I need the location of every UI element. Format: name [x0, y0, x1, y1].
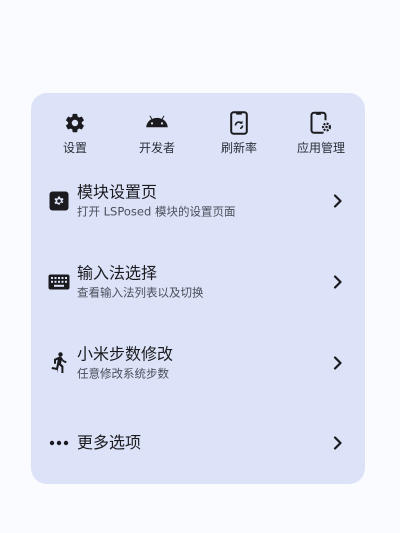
- menu-item-subtitle: 任意修改系统步数: [77, 366, 169, 381]
- shortcut-refresh-rate[interactable]: 刷新率: [199, 111, 279, 161]
- menu-item-title: 模块设置页: [77, 182, 158, 202]
- shortcut-settings[interactable]: 设置: [35, 111, 115, 161]
- more-dots-icon: [48, 432, 70, 454]
- chevron-right-icon: [331, 194, 345, 208]
- shortcut-label: 开发者: [138, 141, 175, 155]
- menu-item-step-count[interactable]: 小米步数修改 任意修改系统步数: [31, 333, 365, 393]
- phone-refresh-icon: [227, 111, 251, 135]
- menu-item-more-options[interactable]: 更多选项: [31, 413, 365, 473]
- shortcut-app-manager[interactable]: 应用管理: [281, 111, 361, 161]
- menu-item-title: 更多选项: [77, 433, 142, 452]
- android-icon: [145, 111, 169, 135]
- shortcut-label: 设置: [62, 141, 87, 155]
- chevron-right-icon: [331, 275, 345, 289]
- phone-settings-icon: [309, 111, 333, 135]
- menu-item-text: 更多选项: [77, 433, 141, 453]
- chevron-right-icon: [331, 436, 345, 450]
- gear-icon: [63, 111, 87, 135]
- keyboard-icon: [48, 271, 70, 293]
- menu-item-subtitle: 查看输入法列表以及切换: [77, 285, 204, 300]
- walking-icon: [48, 352, 70, 374]
- menu-item-text: 小米步数修改 任意修改系统步数: [77, 345, 173, 382]
- menu-item-subtitle: 打开 LSPosed 模块的设置页面: [77, 204, 236, 219]
- menu-item-text: 输入法选择 查看输入法列表以及切换: [77, 264, 204, 301]
- screen: 设置 开发者 刷新率 应用管理 模块设置页 打开 LSPosed 模块的设置页面…: [0, 0, 400, 533]
- menu-item-input-method[interactable]: 输入法选择 查看输入法列表以及切换: [31, 252, 365, 312]
- shortcut-bar: 设置 开发者 刷新率 应用管理: [31, 111, 365, 161]
- shortcut-label: 应用管理: [296, 141, 345, 155]
- shortcut-developer[interactable]: 开发者: [117, 111, 197, 161]
- gear-square-icon: [48, 190, 70, 212]
- shortcut-label: 刷新率: [220, 141, 257, 155]
- menu-item-text: 模块设置页 打开 LSPosed 模块的设置页面: [77, 183, 235, 220]
- main-card: 设置 开发者 刷新率 应用管理 模块设置页 打开 LSPosed 模块的设置页面…: [31, 93, 365, 484]
- menu-item-title: 输入法选择: [77, 263, 158, 283]
- chevron-right-icon: [331, 356, 345, 370]
- menu-item-title: 小米步数修改: [77, 344, 174, 364]
- menu-item-module-settings[interactable]: 模块设置页 打开 LSPosed 模块的设置页面: [31, 171, 365, 231]
